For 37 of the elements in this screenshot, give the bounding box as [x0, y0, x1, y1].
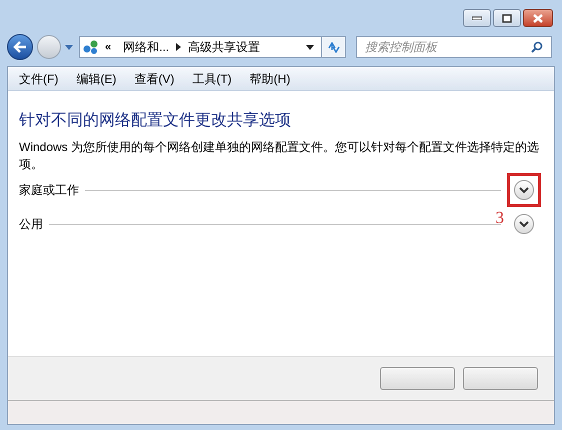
search-icon[interactable]: [531, 41, 543, 53]
expand-button[interactable]: [514, 214, 534, 234]
back-arrow-icon: [13, 41, 27, 53]
close-icon: [533, 14, 543, 22]
menu-item[interactable]: 帮助(H): [246, 70, 294, 88]
footer-button[interactable]: [463, 367, 538, 390]
maximize-icon: [502, 14, 512, 22]
overflow-chevron[interactable]: «: [105, 38, 112, 56]
back-button[interactable]: [7, 34, 33, 60]
breadcrumb-item[interactable]: 网络和...: [123, 38, 170, 56]
network-icon: [83, 39, 99, 55]
refresh-icon: [327, 42, 340, 52]
menu-item[interactable]: 编辑(E): [73, 70, 120, 88]
minimize-button[interactable]: [463, 9, 491, 27]
expand-button[interactable]: [514, 180, 534, 200]
annotation-number: 3: [496, 207, 504, 229]
chevron-down-icon: [519, 220, 529, 228]
page-heading: 针对不同的网络配置文件更改共享选项: [19, 110, 292, 131]
dropdown-arrow-icon[interactable]: [306, 44, 314, 50]
address-bar[interactable]: « 网络和... 高级共享设置: [79, 36, 346, 58]
search-field[interactable]: 搜索控制面板: [365, 38, 531, 56]
close-button[interactable]: [523, 9, 553, 27]
search-box[interactable]: 搜索控制面板: [356, 36, 552, 58]
profile-label[interactable]: 家庭或工作: [19, 181, 79, 199]
history-dropdown-icon[interactable]: [65, 44, 73, 50]
refresh-button[interactable]: [321, 37, 345, 57]
chevron-down-icon: [519, 186, 529, 194]
maximize-button[interactable]: [493, 9, 521, 27]
description-text: Windows 为您所使用的每个网络创建单独的网络配置文件。您可以针对每个配置文件选择特定的选项。: [19, 139, 540, 173]
menu-item[interactable]: 工具(T): [189, 70, 235, 88]
profile-label[interactable]: 公用: [19, 215, 43, 233]
menu-item[interactable]: 查看(V): [131, 70, 178, 88]
minimize-icon: [472, 16, 482, 20]
breadcrumb-arrow-icon[interactable]: [176, 43, 182, 51]
footer-button[interactable]: [380, 367, 455, 390]
menu-item[interactable]: 文件(F): [16, 70, 62, 88]
breadcrumb-item[interactable]: 高级共享设置: [188, 38, 260, 56]
